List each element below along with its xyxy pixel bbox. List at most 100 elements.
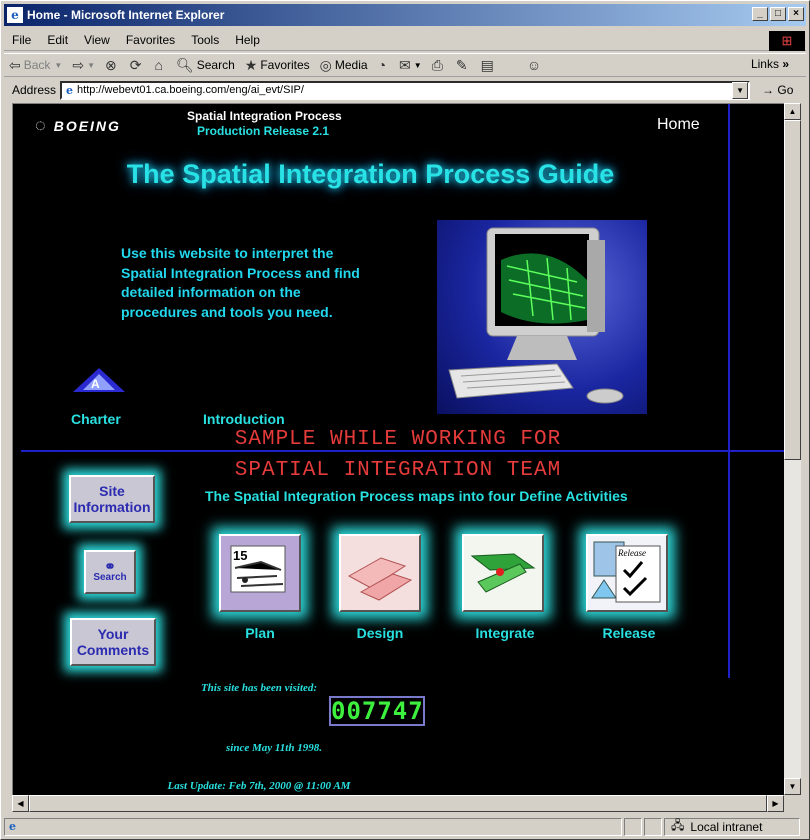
maximize-button[interactable]: □ (770, 7, 786, 21)
history-button[interactable]: ◔ (373, 57, 394, 73)
security-zone: 🖧 Local intranet (664, 817, 800, 836)
title-bar: e Home - Microsoft Internet Explorer _ □… (4, 4, 806, 26)
messenger-icon: ☺ (526, 57, 542, 73)
status-seg-1 (624, 817, 642, 836)
scroll-down-button[interactable]: ▼ (784, 778, 801, 795)
svg-text:Release: Release (617, 548, 646, 558)
design-icon (341, 536, 419, 610)
watermark-line-2: SPATIAL INTEGRATION TEAM (234, 459, 562, 482)
minimize-button[interactable]: _ (752, 7, 768, 21)
edit-icon: ✎ (455, 56, 468, 73)
header-release: Production Release 2.1 (197, 124, 330, 138)
address-bar: Address e http://webevt01.ca.boeing.com/… (4, 79, 806, 101)
boeing-swoosh-icon: ◌ (35, 115, 48, 135)
status-text: e (4, 817, 622, 836)
address-input[interactable]: e http://webevt01.ca.boeing.com/eng/ai_e… (60, 80, 751, 100)
links-button[interactable]: Links » (751, 57, 789, 71)
header-title: Spatial Integration Process (187, 109, 342, 123)
stop-icon: ⊗ (105, 56, 117, 73)
media-button[interactable]: ◎ Media (315, 57, 373, 74)
introduction-link[interactable]: Introduction (203, 411, 285, 427)
menu-file[interactable]: File (4, 33, 39, 47)
mail-icon: ✉ (399, 56, 411, 73)
horizontal-scroll-thumb[interactable] (29, 795, 767, 812)
search-button[interactable]: 🔍︎ Search (171, 57, 240, 74)
favorites-icon: ★ (244, 56, 258, 73)
page-icon: e (66, 83, 74, 97)
go-arrow-icon: → (762, 83, 775, 97)
go-button[interactable]: → Go (762, 83, 793, 97)
svg-text:A: A (91, 377, 100, 391)
home-link[interactable]: Home (657, 116, 700, 134)
menu-tools[interactable]: Tools (183, 33, 227, 47)
edit-button[interactable]: ✎ (451, 57, 476, 74)
home-button[interactable]: ⌂ (149, 57, 170, 73)
guide-title: The Spatial Integration Process Guide (126, 159, 615, 189)
computer-image (437, 220, 647, 414)
horizontal-scrollbar[interactable]: ◀ ▶ (12, 795, 784, 812)
since-label: since May 11th 1998. (226, 742, 322, 754)
integrate-icon (464, 536, 542, 610)
release-icon: Release (588, 536, 666, 610)
your-comments-button[interactable]: Your Comments (70, 618, 156, 666)
refresh-button[interactable]: ⟳ (125, 57, 150, 74)
discuss-button[interactable]: ▤ (476, 57, 502, 74)
windows-logo-icon: ⊞ (769, 31, 805, 51)
refresh-icon: ⟳ (129, 56, 142, 73)
back-arrow-icon: ⇦ (9, 56, 21, 73)
charter-link[interactable]: Charter (71, 411, 121, 427)
menu-bar: File Edit View Favorites Tools Help (4, 29, 806, 51)
forward-button[interactable]: ⇨ ▼ (67, 57, 100, 74)
window-title: Home - Microsoft Internet Explorer (27, 8, 225, 22)
plan-icon: 15 (221, 536, 299, 610)
address-dropdown[interactable]: ▼ (732, 81, 749, 99)
design-button[interactable] (339, 534, 421, 612)
status-bar: e 🖧 Local intranet (4, 816, 806, 837)
search-icon: 🔍︎ (175, 56, 194, 73)
maps-text: The Spatial Integration Process maps int… (205, 488, 628, 504)
menu-view[interactable]: View (76, 33, 118, 47)
forward-arrow-icon: ⇨ (72, 56, 85, 73)
vertical-scroll-thumb[interactable] (784, 120, 801, 460)
boeing-logo[interactable]: ◌ BOEING (35, 115, 121, 136)
release-button[interactable]: Release (586, 534, 668, 612)
scroll-right-button[interactable]: ▶ (767, 795, 784, 812)
last-update: Last Update: Feb 7th, 2000 @ 11:00 AM (167, 780, 351, 792)
messenger-button[interactable]: ☺ (522, 57, 549, 73)
toolbar: ⇦ Back ▼ ⇨ ▼ ⊗ ⟳ ⌂ 🔍︎ Search ★ Favorites ◎ Med… (4, 53, 806, 77)
design-label[interactable]: Design (330, 625, 430, 641)
svg-text:15: 15 (233, 548, 247, 563)
site-information-button[interactable]: Site Information (69, 475, 155, 523)
back-button[interactable]: ⇦ Back ▼ (4, 57, 67, 74)
favorites-button[interactable]: ★ Favorites (240, 57, 315, 74)
close-button[interactable]: × (788, 7, 804, 21)
integrate-button[interactable] (462, 534, 544, 612)
page-content: ◌ BOEING Spatial Integration Process Prod… (12, 103, 784, 795)
plan-label[interactable]: Plan (210, 625, 310, 641)
discuss-icon: ▤ (480, 56, 494, 73)
history-icon: ◔ (377, 57, 387, 73)
visited-label: This site has been visited: (200, 682, 318, 694)
print-icon: ⎙ (431, 56, 443, 73)
intro-text: Use this website to interpret the Spatia… (121, 245, 360, 320)
scroll-left-button[interactable]: ◀ (12, 795, 29, 812)
integrate-label[interactable]: Integrate (455, 625, 555, 641)
menu-favorites[interactable]: Favorites (118, 33, 183, 47)
visit-counter: 007747 (329, 696, 425, 726)
vertical-divider (728, 104, 730, 678)
stop-button[interactable]: ⊗ (100, 57, 125, 74)
release-label[interactable]: Release (579, 625, 679, 641)
intranet-icon: 🖧 (671, 818, 685, 832)
browser-window: e Home - Microsoft Internet Explorer _ □… (0, 0, 810, 840)
menu-edit[interactable]: Edit (39, 33, 76, 47)
plan-button[interactable]: 15 (219, 534, 301, 612)
print-button[interactable]: ⎙ (427, 57, 451, 74)
mail-button[interactable]: ✉ ▼ (394, 57, 427, 74)
scroll-up-button[interactable]: ▲ (784, 103, 801, 120)
charter-icon[interactable]: A (71, 366, 127, 394)
vertical-scrollbar[interactable]: ▲ ▼ (784, 103, 801, 795)
media-icon: ◎ (319, 56, 332, 73)
status-page-icon: e (9, 820, 16, 833)
search-button-page[interactable]: ⚭ Search (84, 550, 136, 594)
menu-help[interactable]: Help (227, 33, 268, 47)
